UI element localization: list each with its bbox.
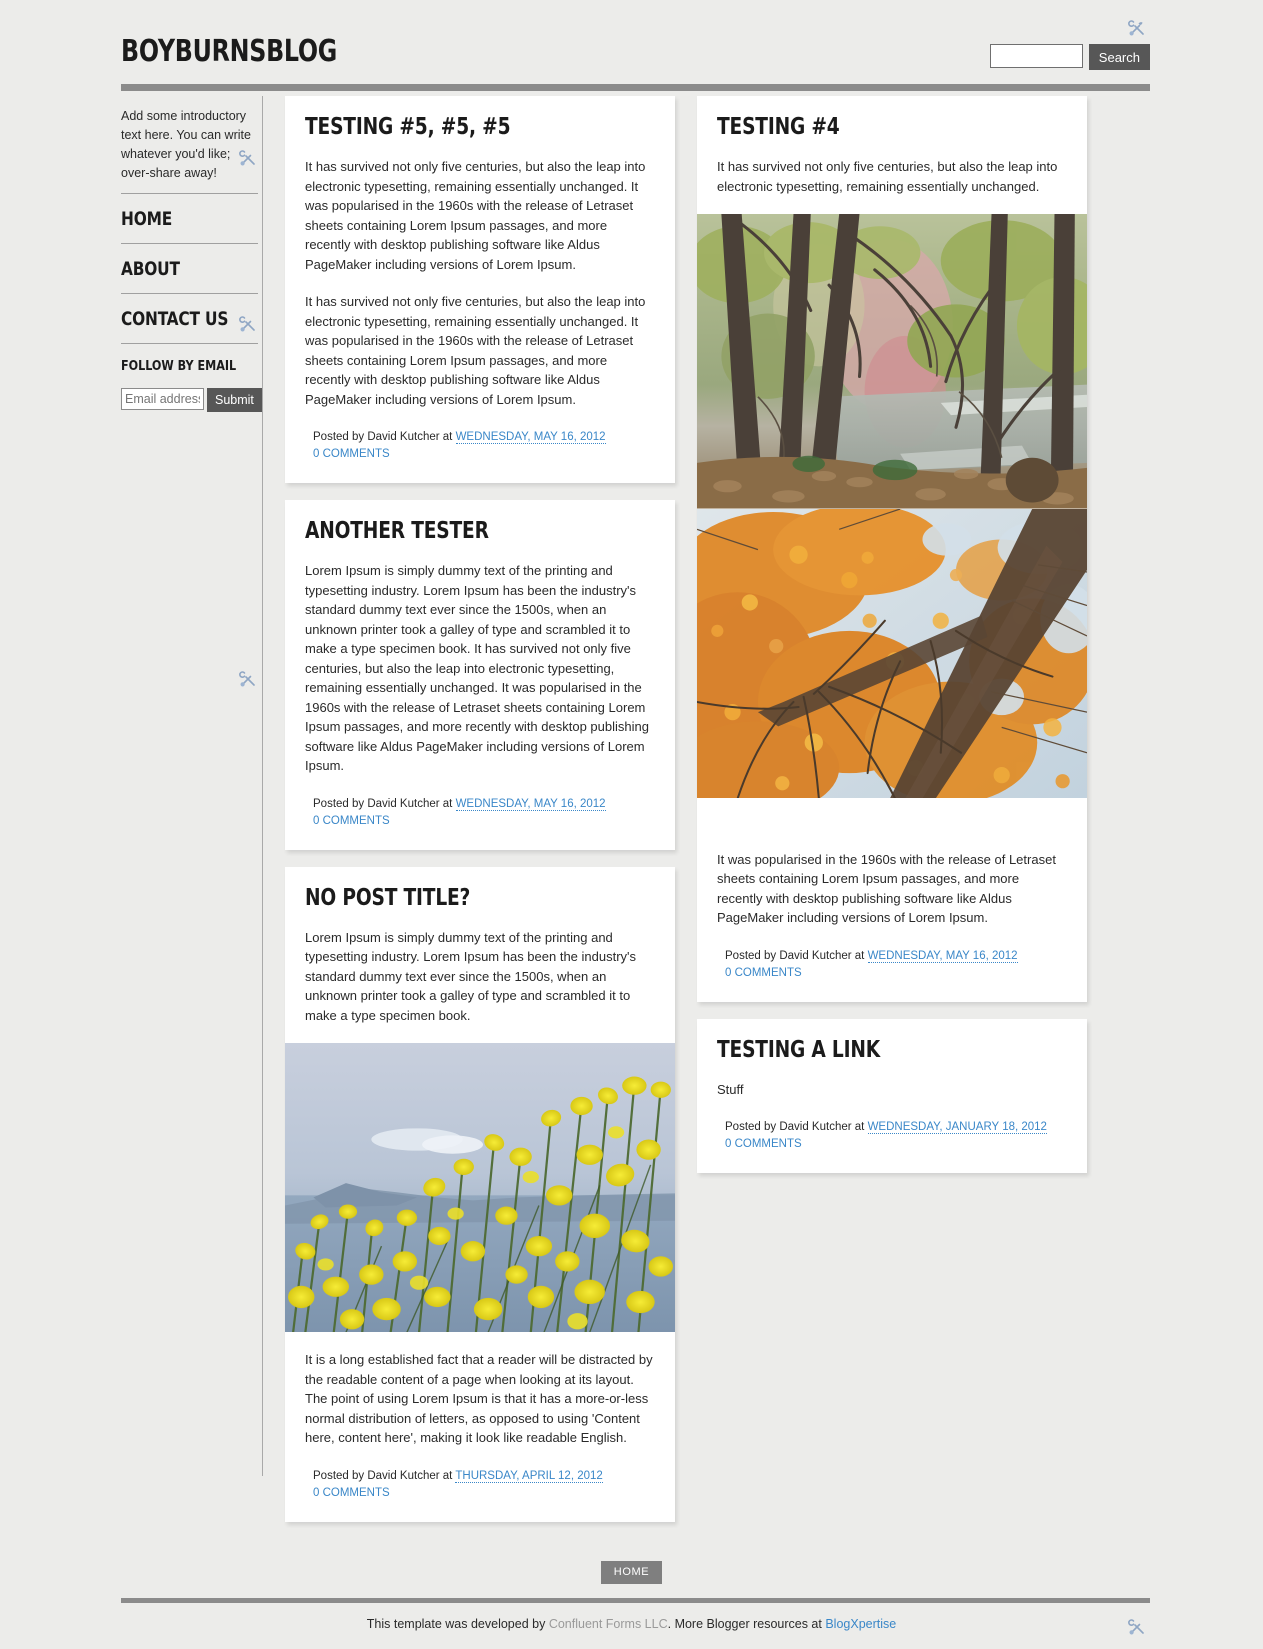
- blog-page: BOYBURNSBLOG Search Add some introductor…: [0, 0, 1263, 1649]
- body-wrapper: Add some introductory text here. You can…: [0, 96, 1263, 1539]
- credit-company: Confluent Forms LLC: [548, 1616, 668, 1631]
- sidebar-item-label[interactable]: HOME: [121, 208, 172, 230]
- credit-middle: . More Blogger resources at: [667, 1616, 826, 1631]
- follow-by-email-widget: FOLLOW BY EMAIL Submit: [121, 343, 262, 687]
- post-date-link[interactable]: THURSDAY, APRIL 12, 2012: [455, 1469, 603, 1483]
- post-footer: Posted by David Kutcher at WEDNESDAY, MA…: [717, 928, 1067, 982]
- footer-navigation: HOME: [0, 1539, 1263, 1598]
- footer-credit: This template was developed by Confluent…: [0, 1603, 1263, 1649]
- post-card: NO POST TITLE? Lorem Ipsum is simply dum…: [285, 866, 675, 1522]
- posts-column-right: TESTING #4 It has survived not only five…: [697, 96, 1087, 1190]
- post-title[interactable]: NO POST TITLE?: [305, 885, 620, 911]
- wrench-screwdriver-icon[interactable]: [238, 148, 258, 168]
- wrench-screwdriver-icon[interactable]: [1127, 1617, 1147, 1637]
- credit-link[interactable]: BlogXpertise: [825, 1617, 896, 1631]
- post-paragraph: It was popularised in the 1960s with the…: [717, 851, 1056, 926]
- posts-column-left: TESTING #5, #5, #5 It has survived not o…: [285, 96, 675, 1539]
- post-paragraph: It is a long established fact that a rea…: [305, 1352, 653, 1446]
- wrench-screwdriver-icon[interactable]: [1127, 18, 1147, 38]
- sidebar-item-home[interactable]: HOME: [121, 193, 258, 243]
- sidebar-item-label[interactable]: CONTACT US: [121, 308, 228, 330]
- post-image-flowers[interactable]: [285, 1043, 675, 1333]
- post-title[interactable]: TESTING #4: [717, 114, 1032, 140]
- post-title[interactable]: ANOTHER TESTER: [305, 518, 620, 544]
- home-button[interactable]: HOME: [600, 1560, 663, 1584]
- post-comments-link[interactable]: 0 COMMENTS: [725, 1136, 802, 1153]
- follow-by-email-form[interactable]: Submit: [121, 388, 262, 412]
- post-footer: Posted by David Kutcher at WEDNESDAY, JA…: [717, 1099, 1067, 1153]
- post-author-prefix: Posted by David Kutcher at: [313, 431, 453, 443]
- post-card: ANOTHER TESTER Lorem Ipsum is simply dum…: [285, 500, 675, 850]
- post-comments-link[interactable]: 0 COMMENTS: [725, 965, 802, 982]
- search-input[interactable]: [989, 44, 1083, 68]
- post-card: TESTING A LINK Stuff Posted by David Kut…: [697, 1018, 1087, 1174]
- sidebar-item-about[interactable]: ABOUT: [121, 243, 258, 293]
- post-author-prefix: Posted by David Kutcher at: [725, 949, 865, 962]
- sidebar-intro-text: Add some introductory text here. You can…: [121, 109, 251, 180]
- post-paragraph: Lorem Ipsum is simply dummy text of the …: [305, 929, 637, 1023]
- post-paragraph: It has survived not only five centuries,…: [305, 159, 646, 272]
- post-paragraph: Stuff: [717, 1081, 744, 1097]
- post-card: TESTING #4 It has survived not only five…: [697, 96, 1087, 1002]
- post-title[interactable]: TESTING #5, #5, #5: [305, 114, 620, 140]
- wrench-screwdriver-icon[interactable]: [238, 669, 258, 689]
- post-footer: Posted by David Kutcher at THURSDAY, APR…: [305, 1448, 655, 1502]
- post-date-link[interactable]: WEDNESDAY, MAY 16, 2012: [455, 797, 606, 811]
- post-title[interactable]: TESTING A LINK: [717, 1037, 1032, 1063]
- post-card: TESTING #5, #5, #5 It has survived not o…: [285, 96, 675, 483]
- wrench-screwdriver-icon[interactable]: [238, 314, 258, 334]
- post-author-prefix: Posted by David Kutcher at: [725, 1121, 865, 1134]
- sidebar: Add some introductory text here. You can…: [121, 96, 263, 1476]
- post-author-prefix: Posted by David Kutcher at: [313, 1469, 453, 1482]
- follow-by-email-title: FOLLOW BY EMAIL: [121, 358, 237, 374]
- post-paragraph: Lorem Ipsum is simply dummy text of the …: [305, 563, 649, 773]
- header-divider: [121, 84, 1150, 91]
- sidebar-item-label[interactable]: ABOUT: [121, 258, 180, 280]
- email-field[interactable]: [121, 388, 204, 410]
- post-comments-link[interactable]: 0 COMMENTS: [313, 446, 390, 463]
- post-footer: Posted by David Kutcher at WEDNESDAY, MA…: [305, 776, 655, 830]
- search-button[interactable]: Search: [1088, 44, 1150, 70]
- page-title: BOYBURNSBLOG: [121, 34, 337, 69]
- post-footer: Posted by David Kutcher at WEDNESDAY, MA…: [305, 409, 655, 463]
- post-image-stack: [697, 214, 1087, 798]
- post-image-autumn-canopy[interactable]: [697, 508, 1087, 798]
- post-image-forest-stream[interactable]: [697, 214, 1087, 509]
- post-date-link[interactable]: WEDNESDAY, MAY 16, 2012: [455, 431, 606, 444]
- submit-button[interactable]: Submit: [207, 388, 262, 412]
- credit-prefix: This template was developed by: [366, 1616, 549, 1631]
- site-header: BOYBURNSBLOG Search: [0, 0, 1263, 96]
- post-paragraph: It has survived not only five centuries,…: [717, 159, 1058, 194]
- post-paragraph: It has survived not only five centuries,…: [305, 294, 646, 407]
- post-date-link[interactable]: WEDNESDAY, JANUARY 18, 2012: [867, 1121, 1047, 1135]
- post-comments-link[interactable]: 0 COMMENTS: [313, 813, 390, 830]
- post-comments-link[interactable]: 0 COMMENTS: [313, 1485, 390, 1502]
- search-form[interactable]: Search: [989, 44, 1150, 70]
- posts-area: TESTING #5, #5, #5 It has survived not o…: [263, 96, 1150, 1539]
- post-date-link[interactable]: WEDNESDAY, MAY 16, 2012: [867, 949, 1018, 963]
- post-author-prefix: Posted by David Kutcher at: [313, 797, 453, 810]
